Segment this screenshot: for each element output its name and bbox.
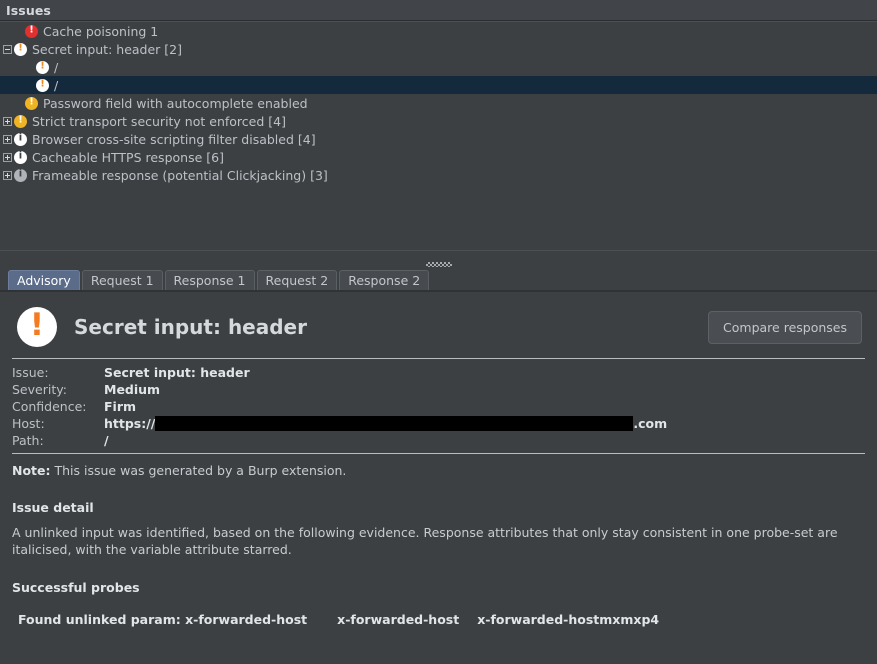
severity-glyph: ! (18, 116, 23, 126)
severity-glyph: ! (29, 26, 34, 36)
metadata-value: Firm (104, 398, 865, 415)
info-icon: i (14, 169, 27, 182)
metadata-key: Path: (12, 432, 104, 449)
warning-icon: ! (36, 79, 49, 92)
expand-toggle-icon[interactable] (0, 130, 14, 148)
tree-toggle-spacer (0, 58, 14, 76)
tree-row-label: Secret input: header [2] (32, 42, 182, 57)
probe-label: Found unlinked param: x-forwarded-host (18, 612, 307, 627)
metadata-key: Severity: (12, 381, 104, 398)
tree-row[interactable]: ! Secret input: header [2] (0, 40, 877, 58)
tab-response-2[interactable]: Response 2 (339, 270, 429, 290)
probe-row: Found unlinked param: x-forwarded-host x-… (12, 612, 865, 627)
issues-tree[interactable]: ! Cache poisoning 1! Secret input: header … (0, 21, 877, 250)
tree-row[interactable]: i Cacheable HTTPS response [6] (0, 148, 877, 166)
tree-row-label: Browser cross-site scripting filter disa… (32, 132, 316, 147)
error-icon: ! (25, 25, 38, 38)
tree-row-label: Cacheable HTTPS response [6] (32, 150, 224, 165)
collapse-toggle-icon[interactable] (0, 40, 14, 58)
tab-request-2[interactable]: Request 2 (257, 270, 338, 290)
severity-glyph: ! (40, 62, 45, 72)
note-text: This issue was generated by a Burp exten… (55, 463, 347, 478)
page-title: Issues (6, 3, 51, 18)
severity-glyph: ! (40, 80, 45, 90)
metadata-value: Medium (104, 381, 865, 398)
successful-probes-heading: Successful probes (12, 580, 865, 595)
metadata-key: Confidence: (12, 398, 104, 415)
info-icon: i (14, 133, 27, 146)
host-scheme: https:// (104, 416, 155, 431)
probe-col3: x-forwarded-hostmxmxp4 (477, 612, 659, 627)
tree-row-label: Frameable response (potential Clickjacki… (32, 168, 328, 183)
tree-row[interactable]: !/ (0, 58, 877, 76)
compare-responses-button[interactable]: Compare responses (708, 311, 862, 344)
info-icon: i (14, 151, 27, 164)
issue-detail-text: A unlinked input was identified, based o… (12, 524, 842, 558)
divider-bottom (12, 453, 865, 454)
issues-panel-header: Issues (0, 0, 877, 21)
host-tld: .com (633, 416, 667, 431)
advisory-title: Secret input: header (74, 315, 708, 339)
exclamation-glyph: ! (30, 310, 44, 341)
note-row: Note: This issue was generated by a Burp… (12, 463, 865, 478)
severity-glyph: ! (18, 44, 23, 54)
tree-row-label: Strict transport security not enforced [… (32, 114, 286, 129)
metadata-row: Path:/ (12, 432, 865, 449)
note-label: Note: (12, 463, 51, 478)
toggle-box-icon (3, 117, 12, 126)
redaction-bar (155, 416, 633, 431)
metadata-row: Confidence:Firm (12, 398, 865, 415)
tree-row-label: Cache poisoning 1 (43, 24, 158, 39)
caution-icon: ! (25, 97, 38, 110)
metadata-key: Host: (12, 415, 104, 432)
warning-icon: ! (36, 61, 49, 74)
advisory-header: ! Secret input: header Compare responses (12, 292, 865, 354)
metadata-value: Secret input: header (104, 364, 865, 381)
expand-toggle-icon[interactable] (0, 148, 14, 166)
tree-row-label: / (54, 60, 58, 75)
warning-icon: ! (17, 307, 57, 347)
tree-toggle-spacer (0, 94, 14, 112)
toggle-box-icon (3, 135, 12, 144)
splitter-grip-icon[interactable] (426, 262, 452, 267)
tab-response-1[interactable]: Response 1 (165, 270, 255, 290)
tree-row[interactable]: ! Strict transport security not enforced … (0, 112, 877, 130)
severity-glyph: ! (29, 98, 34, 108)
probe-col2: x-forwarded-host (337, 612, 459, 627)
severity-glyph: i (19, 152, 22, 162)
issue-metadata-table: Issue:Secret input: headerSeverity:Mediu… (12, 364, 865, 449)
burp-issues-window: Issues ! Cache poisoning 1! Secret input: … (0, 0, 877, 664)
advisory-tabbar[interactable]: AdvisoryRequest 1Response 1Request 2Resp… (0, 270, 877, 292)
tree-toggle-spacer (0, 22, 14, 40)
metadata-key: Issue: (12, 364, 104, 381)
severity-glyph: i (19, 134, 22, 144)
metadata-row: Host:https:// .com (12, 415, 865, 432)
toggle-box-icon (3, 171, 12, 180)
severity-glyph: i (19, 170, 22, 180)
tree-row[interactable]: ! Password field with autocomplete enable… (0, 94, 877, 112)
toggle-box-icon (3, 45, 12, 54)
metadata-row: Severity:Medium (12, 381, 865, 398)
metadata-value: https:// .com (104, 415, 865, 432)
tree-row-label: Password field with autocomplete enabled (43, 96, 308, 111)
warning-icon: ! (14, 43, 27, 56)
horizontal-splitter[interactable] (0, 250, 877, 270)
metadata-value: / (104, 432, 865, 449)
caution-icon: ! (14, 115, 27, 128)
tree-row[interactable]: i Frameable response (potential Clickjack… (0, 166, 877, 184)
expand-toggle-icon[interactable] (0, 166, 14, 184)
advisory-panel: ! Secret input: header Compare responses… (0, 292, 877, 664)
tree-row[interactable]: i Browser cross-site scripting filter dis… (0, 130, 877, 148)
metadata-row: Issue:Secret input: header (12, 364, 865, 381)
tree-toggle-spacer (0, 76, 14, 94)
tab-advisory[interactable]: Advisory (8, 270, 80, 290)
issue-detail-heading: Issue detail (12, 500, 865, 515)
tree-row[interactable]: !/ (0, 76, 877, 94)
tree-row[interactable]: ! Cache poisoning 1 (0, 22, 877, 40)
toggle-box-icon (3, 153, 12, 162)
expand-toggle-icon[interactable] (0, 112, 14, 130)
tab-request-1[interactable]: Request 1 (82, 270, 163, 290)
tree-row-label: / (54, 78, 58, 93)
divider-top (12, 358, 865, 359)
